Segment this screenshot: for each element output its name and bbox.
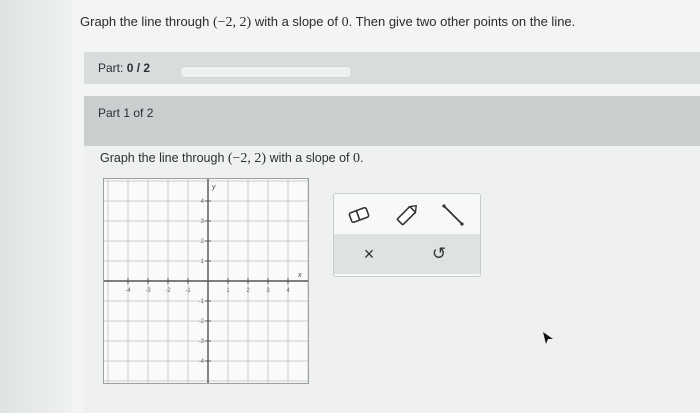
prompt-suffix: . [360, 151, 364, 165]
y-tick-label: -2 [199, 319, 205, 325]
prompt-slope: 0 [353, 151, 360, 166]
y-tick-label: -3 [199, 339, 205, 345]
part-progress-label: Part: 0 / 2 [98, 61, 150, 75]
part-label-text: Part: [98, 61, 124, 75]
graph-toolbox: × ↺ [333, 193, 481, 277]
part-header: Part 1 of 2 [84, 96, 700, 146]
close-icon: × [363, 243, 375, 264]
y-tick-label: -4 [199, 359, 205, 365]
eraser-icon [348, 207, 370, 223]
x-tick-label: -4 [125, 288, 131, 294]
part-progress-value: 0 / 2 [126, 61, 151, 75]
prompt-middle: with a slope of [269, 151, 350, 165]
x-tick-label: -1 [185, 288, 191, 294]
question-middle: with a slope of [254, 14, 338, 29]
clear-button[interactable]: × [354, 240, 384, 268]
line-tool-button[interactable] [438, 200, 468, 230]
question-prefix: Graph the line through [80, 14, 210, 29]
y-tick-label: 1 [201, 259, 205, 265]
x-tick-label: -2 [165, 288, 171, 294]
y-axis-label: y [211, 184, 216, 191]
question-point: (−2, 2) [213, 15, 252, 30]
y-tick-label: 2 [201, 239, 205, 245]
x-tick-label: 2 [246, 288, 250, 294]
prompt-point: (−2, 2) [227, 151, 267, 166]
part-header-label: Part 1 of 2 [98, 106, 154, 120]
x-tick-label: 3 [266, 288, 270, 294]
prompt-prefix: Graph the line through [100, 151, 225, 165]
undo-icon: ↺ [431, 244, 447, 263]
mouse-cursor-icon [543, 332, 553, 344]
coordinate-grid[interactable]: x y -4 -3 -2 -1 1 2 3 4 4 3 2 1 -1 -2 -3 -4 [104, 179, 309, 383]
y-tick-label: 3 [201, 219, 205, 225]
question-text: Graph the line through (−2, 2) with a sl… [80, 14, 575, 31]
x-tick-label: 1 [226, 288, 230, 294]
progress-bar-row: Part: 0 / 2 [84, 52, 700, 84]
x-axis-label: x [297, 272, 302, 279]
pencil-tool-button[interactable] [392, 200, 422, 230]
question-suffix: . Then give two other points on the line… [348, 14, 576, 29]
pencil-icon [396, 205, 417, 226]
graph-canvas[interactable]: x y -4 -3 -2 -1 1 2 3 4 4 3 2 1 -1 -2 -3 -4 [103, 178, 309, 384]
eraser-tool-button[interactable] [344, 202, 374, 228]
toolbox-action-row: × ↺ [334, 234, 480, 274]
progress-track [180, 66, 352, 78]
x-tick-label: -3 [145, 288, 151, 294]
line-tool-icon [442, 204, 464, 226]
question-slope: 0 [341, 15, 349, 30]
undo-button[interactable]: ↺ [424, 240, 454, 268]
part-prompt: Graph the line through (−2, 2) with a sl… [100, 151, 363, 167]
left-background [0, 0, 72, 413]
y-tick-label: 4 [201, 199, 205, 205]
y-tick-label: -1 [199, 299, 205, 305]
x-tick-label: 4 [286, 288, 290, 294]
